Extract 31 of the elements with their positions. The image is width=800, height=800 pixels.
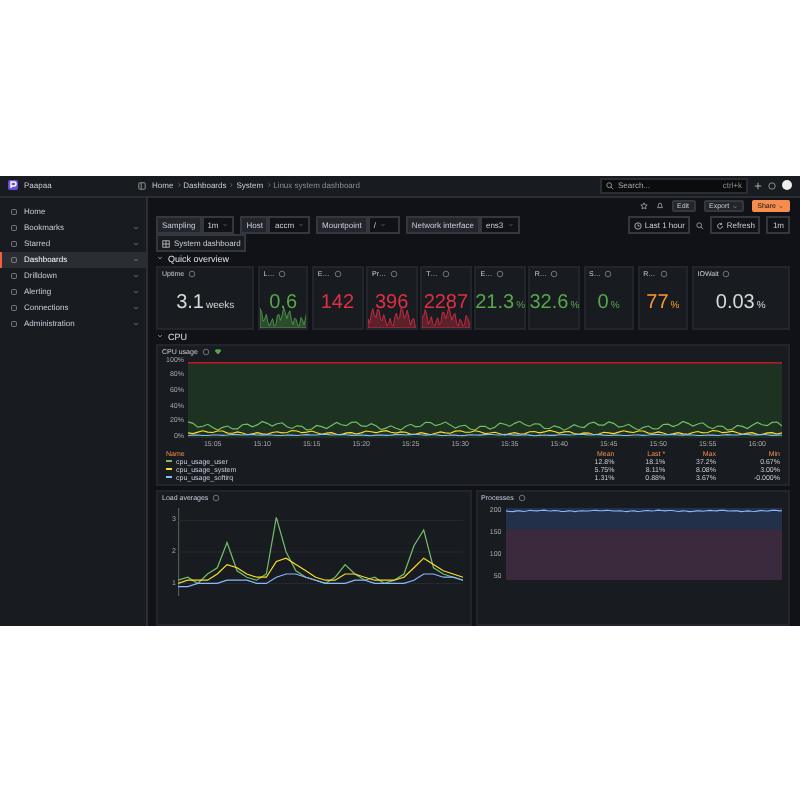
stat-value: 0.6 bbox=[269, 293, 298, 313]
help-icon[interactable] bbox=[768, 181, 776, 189]
zoom-out-icon[interactable] bbox=[696, 221, 705, 229]
info-icon bbox=[278, 269, 287, 277]
stat-value: 2287 bbox=[423, 293, 469, 313]
info-icon bbox=[550, 269, 559, 277]
info-icon bbox=[212, 494, 221, 503]
info-icon bbox=[390, 269, 398, 277]
plus-icon[interactable] bbox=[754, 181, 762, 189]
info-icon bbox=[722, 269, 731, 277]
y-axis-line bbox=[178, 508, 180, 597]
info-icon bbox=[604, 269, 613, 277]
logo-icon[interactable] bbox=[8, 180, 18, 190]
refresh-icon bbox=[716, 221, 725, 229]
stat-value: 142 bbox=[320, 293, 355, 313]
star-icon[interactable] bbox=[639, 202, 647, 210]
dashboard-icon bbox=[162, 239, 170, 247]
info-icon bbox=[441, 269, 450, 277]
info-icon bbox=[333, 269, 342, 277]
dock-menu-icon[interactable] bbox=[138, 181, 146, 189]
info-icon bbox=[496, 269, 505, 277]
info-icon bbox=[201, 347, 210, 355]
heart-icon bbox=[213, 347, 222, 355]
info-icon bbox=[659, 269, 668, 277]
stat-value: 396 bbox=[374, 293, 409, 313]
info-icon bbox=[517, 494, 526, 503]
clock-icon bbox=[634, 221, 643, 229]
bell-icon[interactable] bbox=[655, 202, 663, 210]
avatar-icon[interactable] bbox=[782, 180, 792, 190]
info-icon bbox=[188, 269, 197, 277]
search-icon bbox=[606, 181, 614, 189]
